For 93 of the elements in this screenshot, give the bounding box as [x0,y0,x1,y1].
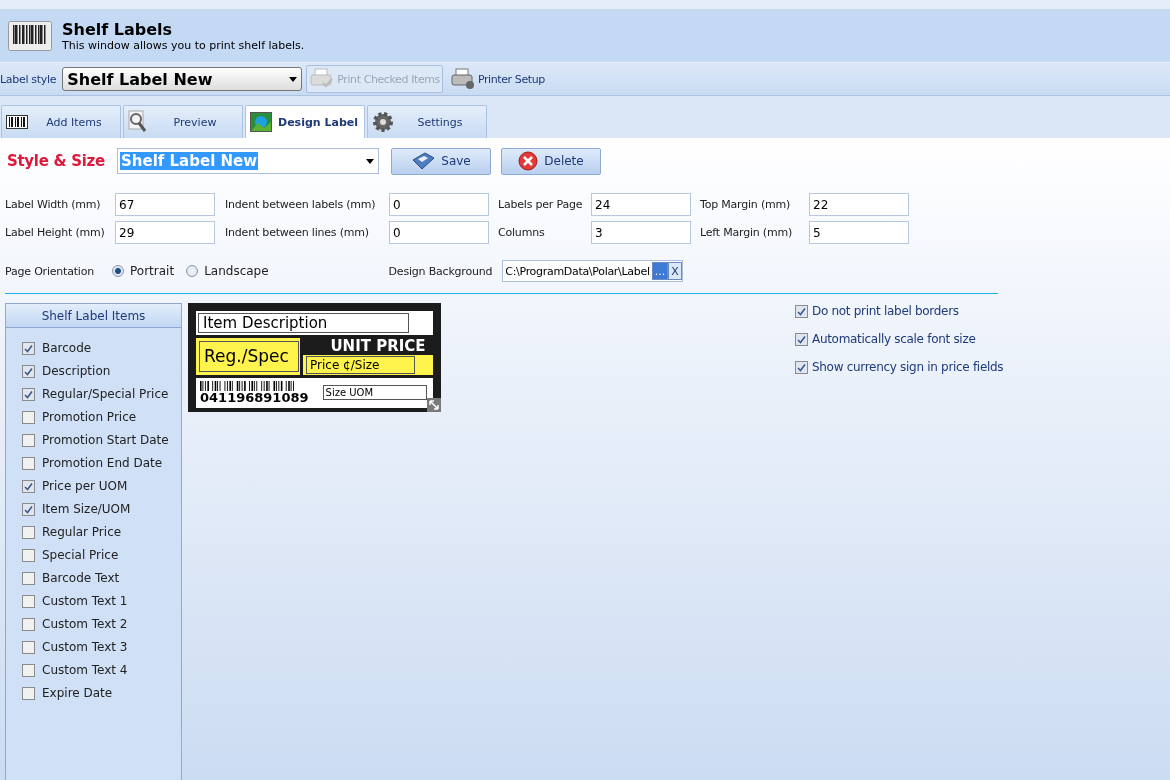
radio-label: Portrait [130,264,175,278]
input-field[interactable]: 29 [115,221,215,244]
radio-button[interactable] [112,265,124,277]
checkbox-label: Item Size/UOM [42,502,131,516]
checkbox[interactable] [22,594,35,608]
checkbox-label: Custom Text 3 [42,640,128,654]
checkbox-label: Custom Text 4 [42,663,128,677]
section-title: Style & Size [6,152,106,170]
checkbox[interactable] [22,548,35,562]
field-label: Label Height (mm) [5,226,106,239]
field-label: Indent between labels (mm) [225,198,377,211]
printer-icon [309,68,336,90]
checkbox[interactable] [22,663,35,677]
checkbox[interactable] [22,640,35,654]
caret-icon [366,158,374,164]
printer-icon [449,68,476,90]
tab[interactable]: Design Label [245,105,365,138]
checkbox[interactable] [22,502,35,516]
size-field[interactable]: Size UOM [322,385,427,400]
checkbox[interactable] [22,410,35,424]
field-label: Indent between lines (mm) [225,226,370,239]
clear-button[interactable]: X [668,262,682,280]
delete-button[interactable]: Delete [501,147,601,175]
input-field[interactable]: 3 [591,221,691,244]
gear-icon [372,111,394,133]
checkbox-label: Custom Text 1 [42,594,128,608]
label-style-label: Label style [0,72,57,86]
printer-setup-button[interactable]: Printer Setup [446,65,548,93]
checkbox-label: Do not print label borders [812,304,959,318]
checkbox-label: Regular Price [42,525,122,539]
barcode-icon [6,115,28,129]
tab[interactable]: Add Items [1,105,121,138]
close-icon [518,151,539,171]
checkbox[interactable] [22,617,35,631]
barcode-number: 041196891089 [200,391,309,405]
field-label: Left Margin (mm) [700,226,794,239]
checkbox[interactable] [22,433,35,447]
checkbox-label: Promotion End Date [42,456,163,470]
checkbox-label: Barcode [42,341,92,355]
checkbox[interactable] [22,387,35,401]
checkbox[interactable] [795,332,808,346]
checkbox-label: Barcode Text [42,571,120,585]
label-style-dropdown[interactable]: Shelf Label New [62,67,303,91]
input-field[interactable]: 0 [389,221,489,244]
input-field[interactable]: 22 [809,193,909,216]
field-label: Top Margin (mm) [700,198,792,211]
tab[interactable]: Preview [123,105,243,138]
checkbox-label: Show currency sign in price fields [812,360,1004,374]
radio-label: Landscape [204,264,269,278]
price-field[interactable]: Reg./Spec [199,341,299,372]
checkbox[interactable] [22,525,35,539]
input-field[interactable]: 67 [115,193,215,216]
field-label: Columns [498,226,546,239]
design-background-label: Design Background [388,264,493,278]
description-field[interactable]: Item Description [198,313,409,333]
magnifier-icon [128,110,148,134]
save-button[interactable]: Save [391,147,491,175]
tab[interactable]: Settings [367,105,487,138]
panel-title: Shelf Label Items [6,304,181,328]
input-field[interactable]: 5 [809,221,909,244]
field-label: Labels per Page [498,198,584,211]
field-label: Label Width (mm) [5,198,102,211]
caret-icon [289,76,298,82]
checkbox[interactable] [22,341,35,355]
checkbox[interactable] [795,360,808,374]
checkbox[interactable] [22,571,35,585]
design-background-field[interactable]: C:\ProgramData\Polar\Label ... X [502,260,683,282]
checkbox-label: Custom Text 2 [42,617,128,631]
checkbox-label: Promotion Start Date [42,433,169,447]
checkbox[interactable] [22,456,35,470]
checkbox[interactable] [22,686,35,700]
checkbox[interactable] [795,304,808,318]
unit-price-field[interactable]: Price ¢/Size [306,356,415,374]
checkbox-label: Special Price [42,548,119,562]
checkbox-label: Expire Date [42,686,113,700]
input-field[interactable]: 0 [389,193,489,216]
window-subtitle: This window allows you to print shelf labels. [62,39,305,52]
checkbox-label: Price per UOM [42,479,128,493]
orientation-label: Page Orientation [5,264,96,278]
unit-price-title: UNIT PRICE [329,338,427,355]
browse-button[interactable]: ... [651,262,669,280]
checkbox-label: Promotion Price [42,410,137,424]
picture-frame-icon [250,112,272,132]
resize-handle-icon[interactable] [427,398,441,412]
checkbox-label: Automatically scale font size [812,332,976,346]
checkbox[interactable] [22,364,35,378]
checkbox-label: Description [42,364,111,378]
barcode-icon [8,21,52,51]
input-field[interactable]: 24 [591,193,691,216]
radio-button[interactable] [186,265,199,277]
checkbox[interactable] [22,479,35,493]
checkbox-label: Regular/Special Price [42,387,169,401]
window-title: Shelf Labels [62,20,174,39]
